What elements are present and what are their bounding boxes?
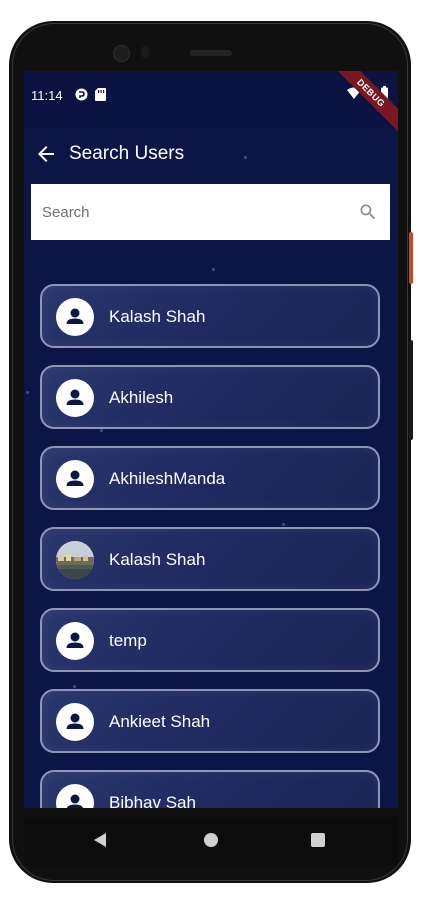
power-button: [409, 232, 413, 284]
avatar: [56, 460, 94, 498]
person-icon: [66, 389, 84, 405]
app-bar: Search Users: [24, 129, 398, 179]
user-card[interactable]: Bibhav Sah: [40, 770, 380, 808]
search-input[interactable]: [31, 184, 351, 240]
avatar: [56, 379, 94, 417]
front-camera: [113, 45, 130, 62]
user-card[interactable]: Ankieet Shah: [40, 689, 380, 753]
user-card[interactable]: Kalash Shah: [40, 284, 380, 348]
avatar: [56, 784, 94, 808]
avatar: [56, 622, 94, 660]
search-icon[interactable]: [358, 202, 378, 222]
avatar: [56, 703, 94, 741]
nav-recents-button[interactable]: [311, 833, 325, 847]
volume-button: [409, 340, 413, 440]
user-name: Akhilesh: [109, 388, 174, 407]
nav-back-button[interactable]: [94, 833, 108, 852]
user-card[interactable]: temp: [40, 608, 380, 672]
triangle-back-icon: [94, 833, 106, 847]
back-button[interactable]: [34, 142, 58, 166]
profile-photo: [56, 541, 94, 579]
status-bar: 11:14: [24, 71, 398, 129]
background-dot: [282, 523, 285, 526]
user-card[interactable]: Akhilesh: [40, 365, 380, 429]
avatar: [56, 298, 94, 336]
status-time: 11:14: [31, 88, 63, 103]
background-dot: [26, 391, 29, 394]
background-dot: [212, 268, 215, 271]
user-card[interactable]: AkhileshManda: [40, 446, 380, 510]
arrow-left-icon: [38, 146, 54, 162]
person-icon: [66, 470, 84, 486]
person-icon: [66, 308, 84, 324]
earpiece-speaker: [190, 50, 232, 56]
person-icon: [66, 794, 84, 808]
avatar-photo: [56, 541, 94, 579]
nav-home-button[interactable]: [204, 833, 218, 847]
search-bar: [31, 184, 390, 240]
user-name: Kalash Shah: [109, 307, 206, 326]
system-nav-bar: [24, 817, 398, 865]
user-name: Ankieet Shah: [109, 712, 211, 731]
background-dot: [73, 685, 76, 688]
user-name: Kalash Shah: [109, 550, 206, 569]
user-name: AkhileshManda: [109, 469, 226, 488]
sd-card-icon: [95, 88, 106, 104]
user-name: Bibhav Sah: [109, 793, 196, 808]
sensor: [141, 46, 149, 58]
user-name: temp: [109, 631, 147, 650]
person-icon: [66, 713, 84, 729]
sync-icon: [75, 88, 88, 104]
user-card[interactable]: Kalash Shah: [40, 527, 380, 591]
background-dot: [100, 429, 103, 432]
screen: 11:14 DEBUG Search Users Search Kalash S…: [24, 71, 398, 808]
person-icon: [66, 632, 84, 648]
page-title: Search Users: [69, 143, 185, 164]
